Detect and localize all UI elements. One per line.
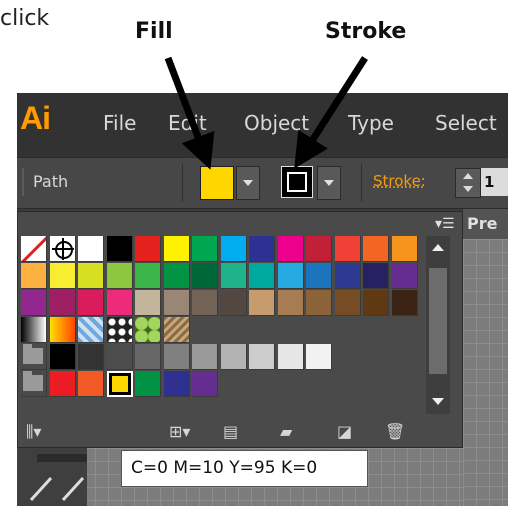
arrow-annotations: [164, 56, 368, 170]
fill-arrow: [164, 56, 215, 170]
swatch-tooltip: C=0 M=10 Y=95 K=0: [121, 450, 368, 487]
stroke-arrow: [294, 56, 368, 169]
